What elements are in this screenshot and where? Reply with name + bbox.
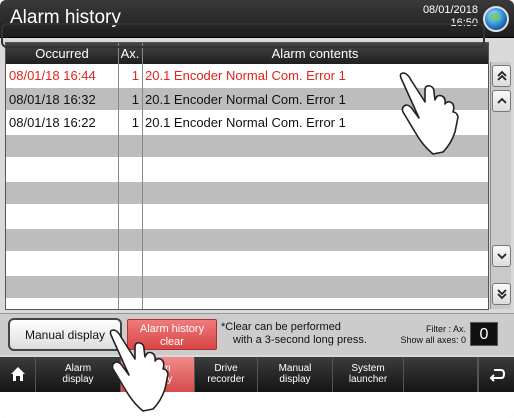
bottom-strip	[0, 392, 514, 418]
filter-line1: Filter : Ax.	[425, 324, 466, 334]
page-title: Alarm history	[10, 7, 121, 28]
nav-manual-display[interactable]: Manual display	[258, 357, 333, 392]
filter-label: Filter : Ax. Show all axes: 0	[392, 324, 466, 346]
filter-axis-input[interactable]: 0	[470, 322, 498, 346]
nav-empty-slot	[404, 357, 478, 392]
nav-system-launcher[interactable]: System launcher	[333, 357, 404, 392]
nav-drive-recorder[interactable]: Drive recorder	[195, 357, 258, 392]
clear-note: *Clear can be performed with a 3-second …	[221, 321, 367, 347]
chevron-up-icon[interactable]	[492, 90, 511, 112]
cell-axis: 1	[131, 92, 139, 107]
cell-occurred: 08/01/18 16:44	[9, 68, 96, 83]
cell-occurred: 08/01/18 16:32	[9, 92, 96, 107]
empty-row	[6, 276, 488, 298]
nav-label-line2: launcher	[348, 374, 388, 385]
double-chevron-up-icon[interactable]	[492, 65, 511, 87]
cell-axis: 1	[131, 68, 139, 83]
empty-row	[6, 299, 488, 309]
return-arrow-icon	[488, 369, 506, 386]
cell-contents: 20.1 Encoder Normal Com. Error 1	[145, 68, 346, 83]
double-chevron-down-icon[interactable]	[492, 283, 511, 305]
nav-label-line1: System	[351, 363, 385, 374]
bottom-navigation: Alarm display Alarm history Drive record…	[0, 357, 514, 392]
title-bar: Alarm history 08/01/2018 16:50	[0, 0, 514, 38]
cell-contents: 20.1 Encoder Normal Com. Error 1	[145, 92, 346, 107]
nav-label-line1: Drive	[214, 363, 238, 374]
back-button[interactable]	[478, 357, 514, 392]
nav-label-line2: recorder	[207, 374, 245, 385]
scrollbar[interactable]	[490, 62, 511, 309]
nav-label-line1: Manual	[278, 363, 312, 374]
header-contents: Alarm contents	[271, 46, 359, 61]
chevron-down-icon[interactable]	[492, 245, 511, 267]
note-line1: *Clear can be performed	[221, 321, 341, 333]
pointing-hand-icon	[399, 72, 459, 155]
time-text: 16:50	[450, 17, 478, 29]
empty-row	[6, 182, 488, 204]
empty-row	[6, 158, 488, 180]
date-text: 08/01/2018	[422, 4, 478, 16]
cell-occurred: 08/01/18 16:22	[9, 115, 96, 130]
datetime-display: 08/01/2018 16:50	[423, 4, 478, 30]
table-header: Occurred Ax. Alarm contents	[6, 43, 488, 64]
cell-axis: 1	[131, 115, 139, 130]
column-divider	[118, 43, 119, 309]
pointing-hand-icon	[109, 329, 169, 412]
empty-row	[6, 205, 488, 227]
empty-row	[6, 252, 488, 274]
empty-row	[6, 229, 488, 251]
header-axis: Ax.	[120, 46, 140, 61]
nav-label-line2: display	[279, 374, 311, 385]
column-divider	[142, 43, 143, 309]
action-bar: Manual display Alarm history clear *Clea…	[0, 313, 514, 355]
filter-line2: Show all axes: 0	[400, 335, 466, 345]
note-line2: with a 3-second long press.	[233, 334, 367, 346]
home-button[interactable]	[0, 357, 36, 392]
home-icon	[9, 367, 27, 386]
header-occurred: Occurred	[35, 46, 89, 61]
alarm-history-screen: Alarm history 08/01/2018 16:50 Occurred …	[0, 0, 514, 418]
globe-icon[interactable]	[483, 6, 509, 32]
cell-contents: 20.1 Encoder Normal Com. Error 1	[145, 115, 346, 130]
